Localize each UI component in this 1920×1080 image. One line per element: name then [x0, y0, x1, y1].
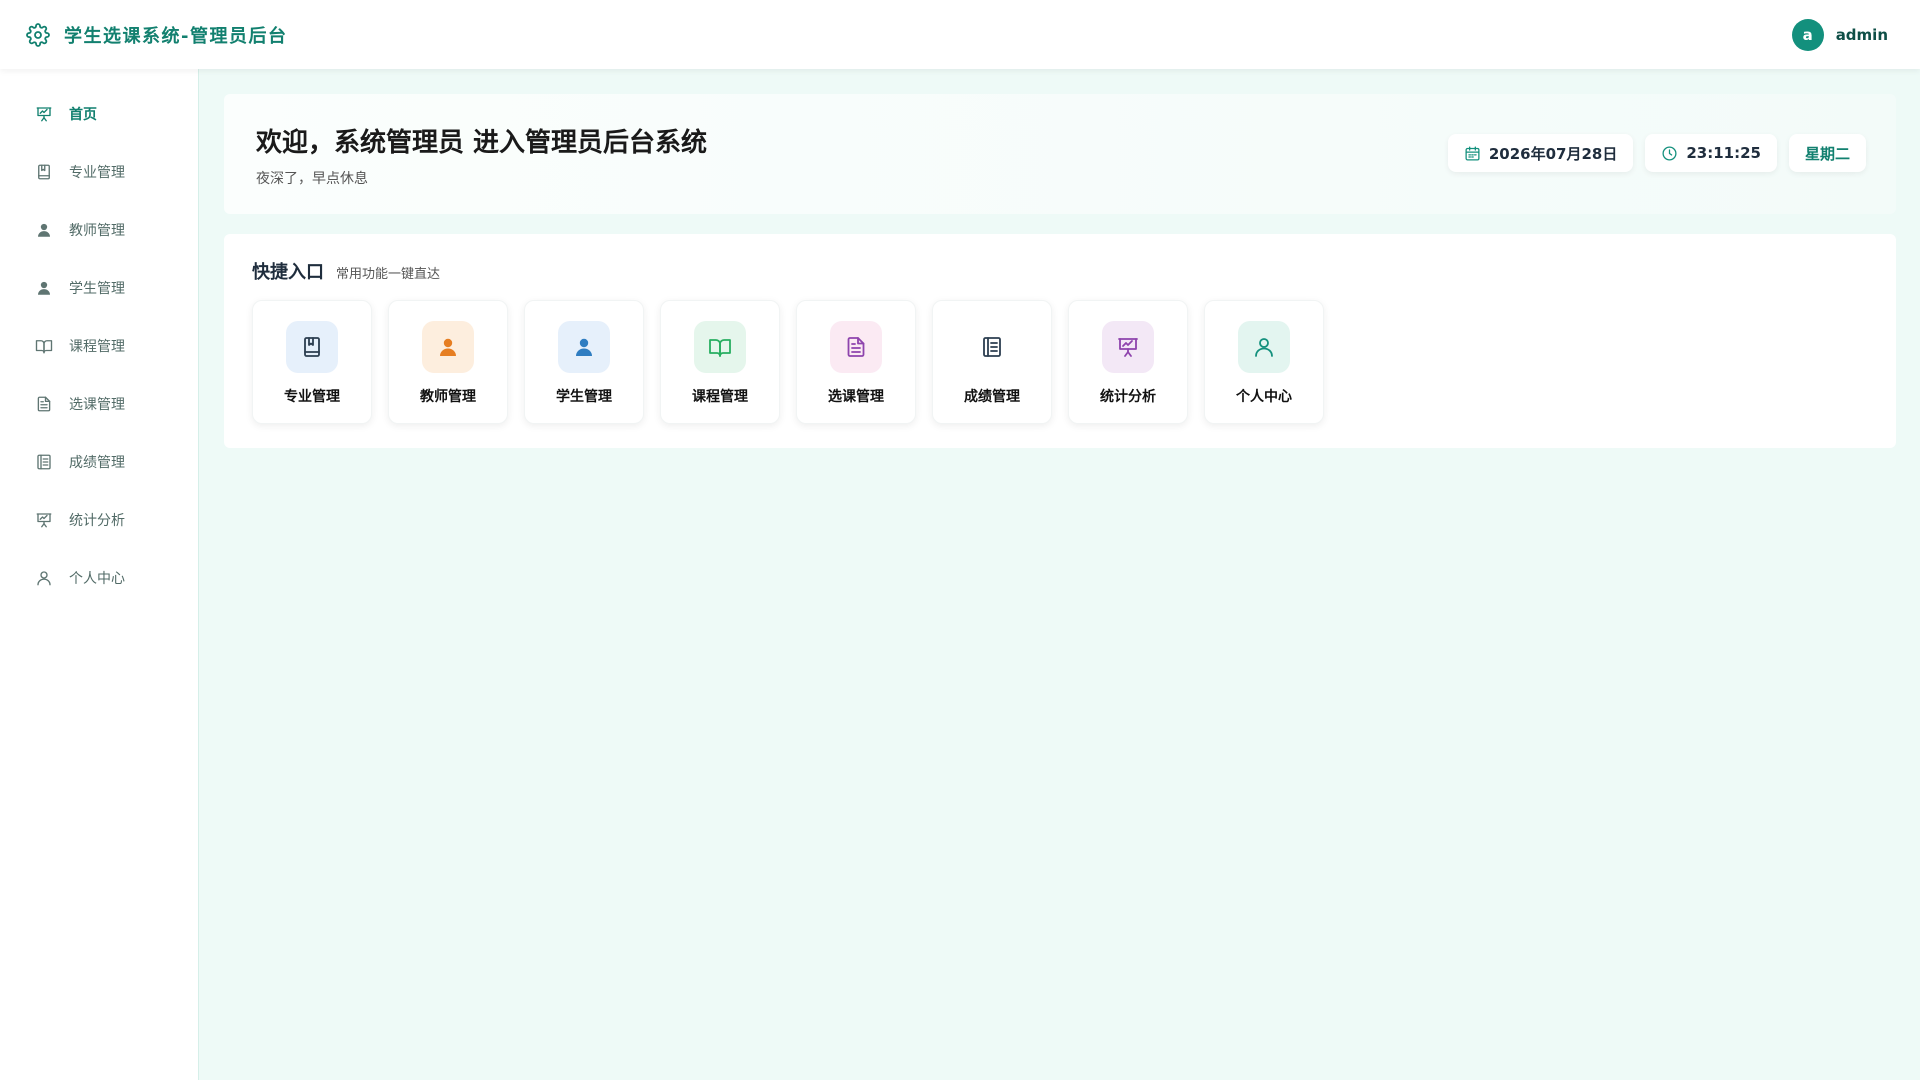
quick-tile-teacher[interactable]: 教师管理 [388, 300, 508, 424]
sidebar-item-label: 教师管理 [69, 223, 125, 239]
user-outline-icon [1238, 321, 1290, 373]
notebook-icon [966, 321, 1018, 373]
sidebar-item-selection[interactable]: 选课管理 [0, 375, 198, 433]
brand: 学生选课系统-管理员后台 [26, 22, 287, 48]
sidebar-item-course[interactable]: 课程管理 [0, 317, 198, 375]
presentation-chart-icon [35, 105, 53, 123]
sidebar-item-profile[interactable]: 个人中心 [0, 549, 198, 607]
sidebar-item-grade[interactable]: 成绩管理 [0, 433, 198, 491]
open-book-icon [694, 321, 746, 373]
quick-tile-label: 成绩管理 [964, 389, 1020, 405]
sidebar-item-major[interactable]: 专业管理 [0, 143, 198, 201]
calendar-icon [1464, 145, 1481, 162]
quick-tile-label: 学生管理 [556, 389, 612, 405]
quick-access-title: 快捷入口 [252, 262, 324, 283]
quick-tile-selection[interactable]: 选课管理 [796, 300, 916, 424]
quick-tile-label: 教师管理 [420, 389, 476, 405]
notebook-icon [35, 453, 53, 471]
welcome-card: 欢迎，系统管理员 进入管理员后台系统 夜深了，早点休息 2026年07月28日 … [224, 94, 1896, 214]
quick-tile-grade[interactable]: 成绩管理 [932, 300, 1052, 424]
quick-tile-label: 选课管理 [828, 389, 884, 405]
sidebar-item-label: 专业管理 [69, 165, 125, 181]
clock-icon [1661, 145, 1678, 162]
sidebar-item-student[interactable]: 学生管理 [0, 259, 198, 317]
sidebar-item-teacher[interactable]: 教师管理 [0, 201, 198, 259]
quick-access-tiles: 专业管理 教师管理 学生管理 课程管理 选课管理 成绩管理 统计分析 个人中心 [252, 300, 1324, 424]
sidebar-item-label: 课程管理 [69, 339, 125, 355]
quick-tile-statistics[interactable]: 统计分析 [1068, 300, 1188, 424]
quick-tile-label: 统计分析 [1100, 389, 1156, 405]
presentation-chart-icon [1102, 321, 1154, 373]
quick-access-subtitle: 常用功能一键直达 [336, 267, 441, 282]
date-text: 2026年07月28日 [1488, 144, 1618, 163]
user-solid-icon [558, 321, 610, 373]
document-icon [830, 321, 882, 373]
sidebar-item-label: 学生管理 [69, 281, 125, 297]
sidebar-item-label: 首页 [69, 107, 97, 123]
user-solid-icon [422, 321, 474, 373]
sidebar-item-label: 个人中心 [69, 571, 125, 587]
user-outline-icon [35, 569, 53, 587]
presentation-chart-icon [35, 511, 53, 529]
sidebar-item-label: 成绩管理 [69, 455, 125, 471]
bookmark-book-icon [286, 321, 338, 373]
open-book-icon [35, 337, 53, 355]
user-solid-icon [35, 221, 53, 239]
time-text: 23:11:25 [1686, 144, 1761, 162]
quick-tile-course[interactable]: 课程管理 [660, 300, 780, 424]
user-menu[interactable]: a admin [1791, 18, 1888, 51]
welcome-subtitle: 夜深了，早点休息 [256, 171, 368, 187]
quick-tile-profile[interactable]: 个人中心 [1204, 300, 1324, 424]
gear-icon[interactable] [26, 22, 50, 47]
quick-tile-label: 专业管理 [284, 389, 340, 405]
datetime-chips: 2026年07月28日 23:11:25 星期二 [1447, 134, 1866, 172]
app-title: 学生选课系统-管理员后台 [64, 25, 288, 47]
sidebar-item-label: 统计分析 [69, 513, 125, 529]
username[interactable]: admin [1836, 26, 1888, 44]
user-solid-icon [35, 279, 53, 297]
document-icon [35, 395, 53, 413]
sidebar: 首页 专业管理 教师管理 学生管理 课程管理 选课管理 成绩管理 统计分析 个人… [0, 69, 199, 1080]
top-header: 学生选课系统-管理员后台 a admin [0, 0, 1920, 69]
sidebar-item-statistics[interactable]: 统计分析 [0, 491, 198, 549]
weekday-chip: 星期二 [1788, 134, 1866, 172]
quick-tile-major[interactable]: 专业管理 [252, 300, 372, 424]
quick-access-header: 快捷入口 常用功能一键直达 [252, 258, 440, 284]
sidebar-item-home[interactable]: 首页 [0, 85, 198, 143]
quick-tile-label: 课程管理 [692, 389, 748, 405]
bookmark-book-icon [35, 163, 53, 181]
sidebar-item-label: 选课管理 [69, 397, 125, 413]
date-chip: 2026年07月28日 [1447, 134, 1634, 172]
time-chip: 23:11:25 [1645, 134, 1777, 172]
avatar[interactable]: a [1791, 18, 1824, 51]
quick-tile-label: 个人中心 [1236, 389, 1292, 405]
quick-access-panel: 快捷入口 常用功能一键直达 专业管理 教师管理 学生管理 课程管理 选课管理 成… [224, 234, 1896, 448]
quick-tile-student[interactable]: 学生管理 [524, 300, 644, 424]
welcome-title: 欢迎，系统管理员 进入管理员后台系统 [256, 128, 708, 158]
weekday-text: 星期二 [1804, 144, 1850, 163]
